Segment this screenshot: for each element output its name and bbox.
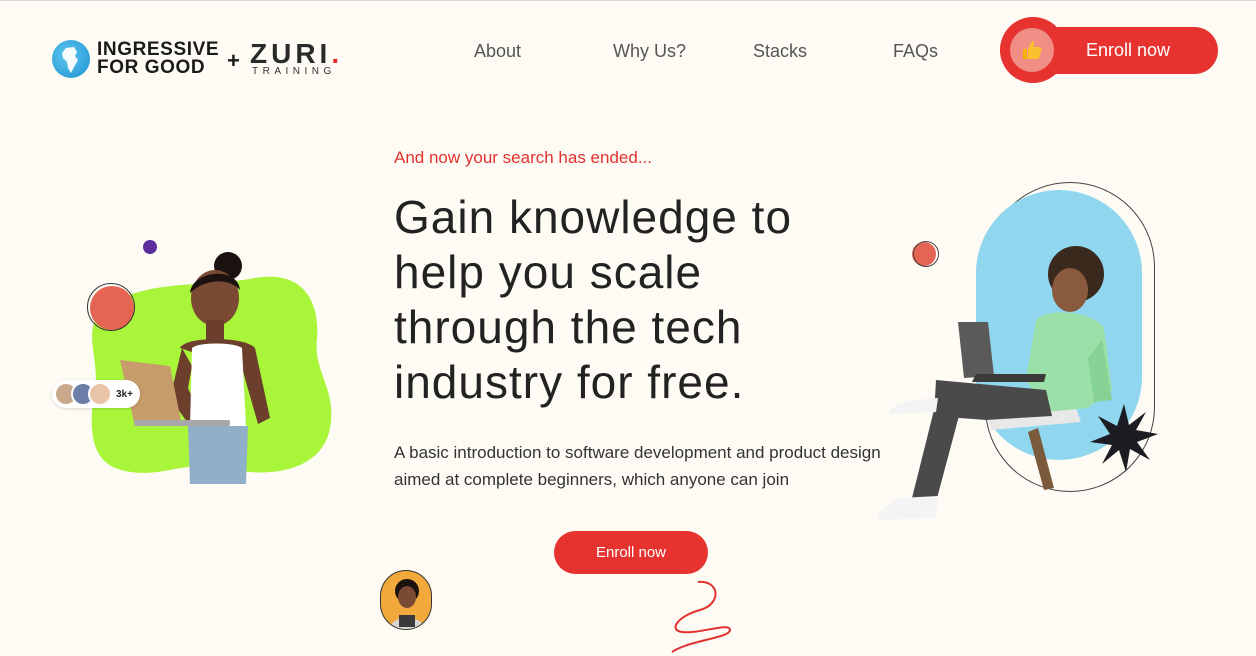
- brand-logo[interactable]: INGRESSIVE FOR GOOD + ZURI. TRAINING: [52, 38, 362, 82]
- hero-description: A basic introduction to software develop…: [394, 443, 881, 489]
- starburst-icon: [1090, 404, 1158, 472]
- thumbs-up-icon: [1010, 28, 1054, 72]
- squiggle-decoration: [671, 580, 732, 653]
- woman-with-laptop-illustration: [120, 252, 270, 484]
- student-avatar: [380, 570, 432, 630]
- nav-about[interactable]: About: [474, 41, 521, 62]
- learners-count-badge: 3k+: [52, 380, 140, 408]
- nav-faqs[interactable]: FAQs: [893, 41, 938, 62]
- enroll-now-header-button[interactable]: Enroll now: [1000, 17, 1218, 83]
- enroll-now-label: Enroll now: [1086, 40, 1171, 60]
- man-with-laptop-illustration: [877, 246, 1112, 520]
- nav-why-us[interactable]: Why Us?: [613, 41, 686, 62]
- hero-headline: Gain knowledge to help you scale through…: [394, 191, 793, 408]
- top-border: [0, 0, 1256, 1]
- ingressive-wordmark: INGRESSIVE FOR GOOD: [97, 39, 220, 78]
- enroll-now-cta-button[interactable]: Enroll now: [554, 531, 708, 574]
- learners-count: 3k+: [116, 389, 133, 400]
- logo-plus: +: [227, 48, 240, 73]
- globe-icon: [52, 40, 90, 78]
- nav-stacks[interactable]: Stacks: [753, 41, 807, 62]
- avatar: [88, 382, 112, 406]
- hero-kicker: And now your search has ended...: [394, 148, 652, 167]
- training-wordmark: TRAINING: [252, 66, 336, 77]
